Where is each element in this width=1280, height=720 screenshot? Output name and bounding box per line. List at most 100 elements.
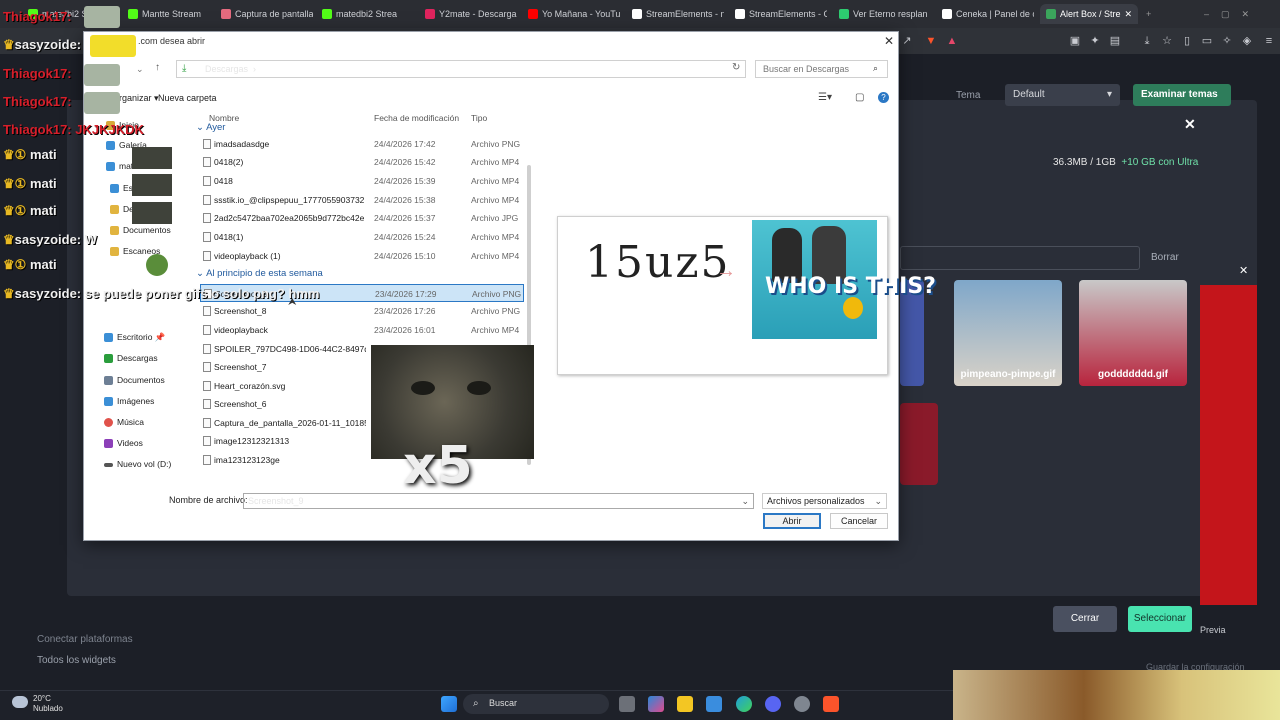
nav-musica[interactable]: Música bbox=[104, 417, 144, 428]
chevron-down-icon[interactable]: ⌄ bbox=[136, 64, 144, 75]
tab-streamelements-2[interactable]: StreamElements - C bbox=[735, 4, 827, 24]
file-row[interactable]: imadsadasdge 24/4/2026 17:42 Archivo PNG bbox=[200, 135, 524, 153]
task-view-icon[interactable] bbox=[619, 696, 635, 712]
brave-shield-icon[interactable]: ▼ bbox=[924, 34, 938, 48]
file-explorer-icon[interactable] bbox=[677, 696, 693, 712]
new-folder-button[interactable]: Nueva carpeta bbox=[158, 93, 217, 103]
media-thumb-goddddddd[interactable]: goddddddd.gif bbox=[1079, 280, 1187, 386]
tab-kick-2[interactable]: Mantte Stream bbox=[128, 4, 220, 24]
close-icon[interactable]: ✕ bbox=[1239, 264, 1248, 277]
youtube-icon bbox=[528, 9, 538, 19]
group-ayer[interactable]: ⌄ Ayer bbox=[196, 122, 225, 133]
tab-youtube[interactable]: Yo Mañana - YouTu bbox=[528, 4, 620, 24]
rewards-icon[interactable]: ▲ bbox=[945, 34, 959, 48]
ai-icon[interactable]: ✧ bbox=[1220, 34, 1234, 48]
tab-ceneka[interactable]: Ceneka | Panel de c bbox=[942, 4, 1034, 24]
search-input[interactable]: Buscar en Descargas bbox=[755, 60, 888, 78]
media-search-input[interactable] bbox=[900, 246, 1140, 270]
tab-kick-3[interactable]: matedbi2 Strea bbox=[322, 4, 414, 24]
column-date[interactable]: Fecha de modificación bbox=[374, 113, 459, 123]
download-icon bbox=[104, 354, 113, 364]
view-options-icon[interactable]: ☰▾ bbox=[818, 92, 832, 103]
preview-pane-icon[interactable]: ▢ bbox=[855, 92, 864, 103]
examinar-temas-button[interactable]: Examinar temas bbox=[1133, 84, 1231, 106]
media-thumb[interactable] bbox=[900, 403, 938, 485]
nav-documentos[interactable]: Documentos bbox=[104, 375, 165, 386]
filename-input[interactable]: Screenshot_9 ⌄ bbox=[243, 493, 754, 509]
wallet-icon[interactable]: ▭ bbox=[1200, 34, 1214, 48]
tab-eterno[interactable]: Ver Eterno resplan bbox=[839, 4, 931, 24]
start-icon[interactable] bbox=[441, 696, 457, 712]
up-arrow-icon[interactable]: ↑ bbox=[155, 62, 160, 73]
tab-alert-box[interactable]: Alert Box / Stre ✕ bbox=[1040, 4, 1138, 24]
nav-descargas[interactable]: Descargas bbox=[104, 353, 158, 364]
tab-streamelements-1[interactable]: StreamElements - n bbox=[632, 4, 724, 24]
tema-select[interactable]: Default ▾ bbox=[1005, 84, 1120, 106]
dialog-title: .com desea abrir bbox=[138, 36, 206, 46]
nav-escritorio[interactable]: Escritorio 📌 bbox=[104, 332, 165, 343]
nav-nuevo-vol[interactable]: Nuevo vol (D:) bbox=[104, 459, 171, 469]
file-row[interactable]: videoplayback 23/4/2026 16:01 Archivo MP4 bbox=[200, 321, 524, 339]
video-icon bbox=[104, 439, 113, 449]
pepe-emote bbox=[146, 254, 168, 276]
desktop-icon bbox=[110, 184, 119, 194]
new-tab-button[interactable]: + bbox=[1146, 4, 1158, 24]
webcam-overlay bbox=[953, 670, 1280, 720]
reading-list-icon[interactable]: ▯ bbox=[1180, 34, 1194, 48]
path-breadcrumb[interactable]: Descargas › bbox=[176, 60, 746, 78]
store-icon[interactable] bbox=[706, 696, 722, 712]
tab-y2mate[interactable]: Y2mate - Descarga bbox=[425, 4, 517, 24]
file-row[interactable]: 0418 24/4/2026 15:39 Archivo MP4 bbox=[200, 172, 524, 190]
group-esta-semana[interactable]: ⌄ Al principio de esta semana bbox=[196, 268, 323, 279]
open-button[interactable]: Abrir bbox=[763, 513, 821, 529]
close-tab-icon[interactable]: ✕ bbox=[1125, 9, 1133, 20]
edit-icon[interactable]: ↗ bbox=[900, 34, 914, 48]
seleccionar-button[interactable]: Seleccionar bbox=[1128, 606, 1192, 632]
weather-widget[interactable]: 20°C Nublado bbox=[33, 694, 63, 714]
previa-button[interactable]: Previa bbox=[1200, 625, 1226, 635]
borrar-button[interactable]: Borrar bbox=[1146, 247, 1194, 269]
todos-los-widgets-link[interactable]: Todos los widgets bbox=[37, 655, 116, 666]
cerrar-button[interactable]: Cerrar bbox=[1053, 606, 1117, 632]
file-row[interactable]: 0418(1) 24/4/2026 15:24 Archivo MP4 bbox=[200, 228, 524, 246]
window-controls[interactable]: –▢✕ bbox=[1204, 4, 1264, 24]
file-row[interactable]: 2ad2c5472baa702ea2065b9d772bc42e 24/4/202… bbox=[200, 209, 524, 227]
settings-icon[interactable] bbox=[794, 696, 810, 712]
vpn-icon[interactable]: ◈ bbox=[1240, 34, 1254, 48]
help-icon[interactable]: ? bbox=[878, 92, 889, 103]
chevron-down-icon[interactable]: ⌄ bbox=[741, 496, 749, 507]
sidebar-icon[interactable]: ▤ bbox=[1108, 34, 1122, 48]
file-row[interactable]: 0418(2) 24/4/2026 15:42 Archivo MP4 bbox=[200, 153, 524, 171]
file-type-select[interactable]: Archivos personalizados ⌄ bbox=[762, 493, 887, 509]
bookmark-icon[interactable]: ☆ bbox=[1160, 34, 1174, 48]
edge-icon[interactable] bbox=[736, 696, 752, 712]
menu-icon[interactable]: ≡ bbox=[1262, 34, 1276, 48]
nav-documentos-onedrive[interactable]: Documentos bbox=[110, 225, 171, 236]
close-icon[interactable]: ✕ bbox=[1184, 116, 1196, 133]
crown-icon: ♛ bbox=[3, 37, 15, 52]
gallery-icon bbox=[106, 141, 115, 151]
extensions-icon[interactable]: ✦ bbox=[1088, 34, 1102, 48]
file-row[interactable]: videoplayback (1) 24/4/2026 15:10 Archivo … bbox=[200, 247, 524, 265]
refresh-icon[interactable]: ↻ bbox=[732, 62, 740, 73]
nav-videos[interactable]: Videos bbox=[104, 438, 143, 449]
brave-icon[interactable] bbox=[823, 696, 839, 712]
taskbar-search[interactable]: Buscar bbox=[463, 694, 609, 714]
chat-message: ♛① mati bbox=[3, 147, 57, 162]
discord-icon[interactable] bbox=[765, 696, 781, 712]
tab-captura[interactable]: Captura de pantalla bbox=[221, 4, 313, 24]
pin-icon: 📌 bbox=[154, 332, 166, 342]
nav-imagenes[interactable]: Imágenes bbox=[104, 396, 154, 407]
file-row[interactable]: ssstik.io_@clipspepuu_1777055903732 24/4/… bbox=[200, 191, 524, 209]
cancel-button[interactable]: Cancelar bbox=[830, 513, 888, 529]
media-thumb-pimpeano[interactable]: pimpeano-pimpe.gif bbox=[954, 280, 1062, 386]
column-type[interactable]: Tipo bbox=[471, 113, 487, 123]
copilot-icon[interactable] bbox=[648, 696, 664, 712]
conectar-plataformas-link[interactable]: Conectar plataformas bbox=[37, 634, 133, 645]
download-icon[interactable]: ⤓ bbox=[1140, 34, 1154, 48]
screenshot-icon[interactable]: ▣ bbox=[1068, 34, 1082, 48]
chat-emote bbox=[132, 202, 172, 224]
file-row[interactable]: Screenshot_8 23/4/2026 17:26 Archivo PNG bbox=[200, 302, 524, 320]
chat-emote bbox=[132, 147, 172, 169]
close-icon[interactable]: ✕ bbox=[884, 34, 894, 48]
